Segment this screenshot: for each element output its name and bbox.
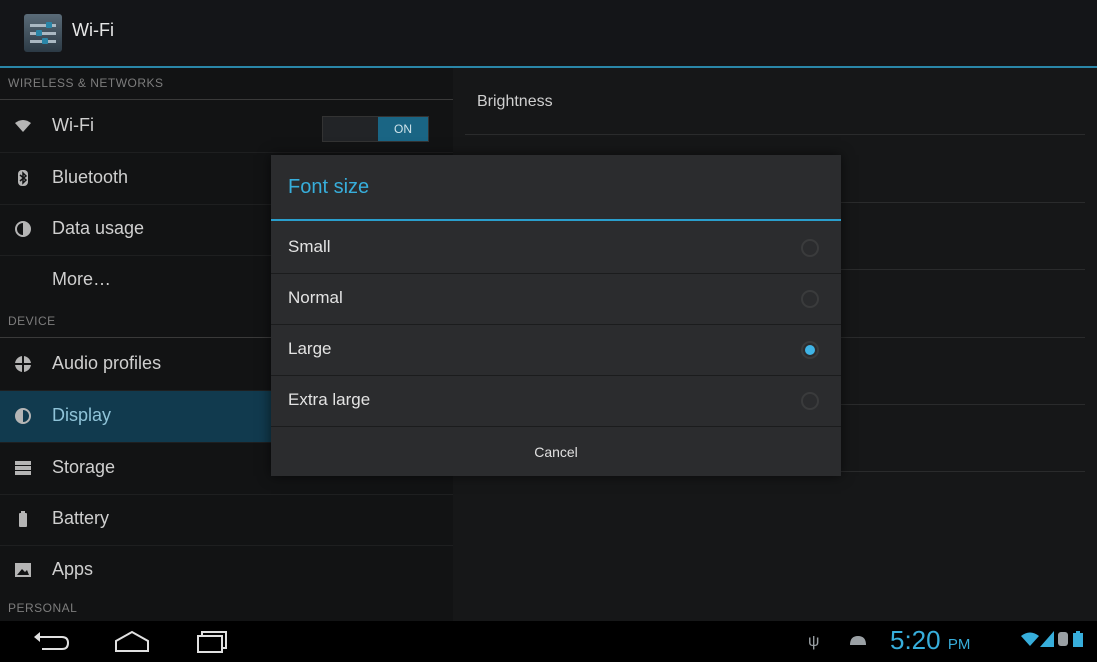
dialog-title-divider — [271, 219, 841, 221]
dialog-title: Font size — [288, 176, 370, 198]
wifi-toggle-on: ON — [378, 117, 428, 141]
battery-status-icon — [1073, 631, 1083, 652]
radio-button-small[interactable] — [801, 239, 819, 257]
font-size-dialog: Font size Small Normal Large Extra large… — [271, 155, 841, 476]
action-bar: Wi-Fi — [0, 0, 1097, 68]
settings-app-icon[interactable] — [24, 14, 62, 52]
wifi-signal-icon — [1020, 631, 1040, 652]
storage-icon — [14, 459, 32, 477]
bluetooth-status-icon — [1058, 631, 1068, 652]
audio-profiles-icon — [14, 355, 32, 373]
brightness-setting[interactable]: Brightness — [477, 93, 553, 111]
status-clock[interactable]: 5:20 PM — [890, 625, 970, 656]
android-debug-icon — [848, 633, 868, 652]
action-bar-title: Wi-Fi — [72, 20, 114, 40]
wifi-toggle[interactable]: ON — [322, 116, 429, 142]
wifi-icon — [14, 117, 32, 135]
data-usage-icon — [14, 220, 32, 238]
radio-button-large[interactable] — [801, 341, 819, 359]
radio-button-normal[interactable] — [801, 290, 819, 308]
section-header-personal: PERSONAL — [8, 601, 78, 615]
recent-apps-icon[interactable] — [192, 629, 232, 655]
section-header-wireless: WIRELESS & NETWORKS — [0, 68, 453, 100]
radio-button-extra-large[interactable] — [801, 392, 819, 410]
font-size-option-extra-large[interactable]: Extra large — [271, 375, 841, 426]
sidebar-item-apps[interactable]: Apps — [0, 545, 453, 596]
bluetooth-icon — [14, 169, 32, 187]
usb-icon: ψ — [808, 633, 820, 650]
display-icon — [14, 407, 32, 425]
back-icon[interactable] — [32, 629, 72, 655]
system-navigation-bar: ψ 5:20 PM — [0, 621, 1097, 662]
font-size-option-small[interactable]: Small — [271, 222, 841, 274]
cancel-button[interactable]: Cancel — [271, 426, 841, 477]
font-size-option-normal[interactable]: Normal — [271, 273, 841, 325]
home-icon[interactable] — [112, 629, 152, 655]
sidebar-item-battery[interactable]: Battery — [0, 494, 453, 546]
battery-icon — [14, 510, 32, 528]
cell-signal-icon — [1040, 631, 1054, 652]
font-size-option-large[interactable]: Large — [271, 324, 841, 376]
apps-icon — [14, 561, 32, 579]
